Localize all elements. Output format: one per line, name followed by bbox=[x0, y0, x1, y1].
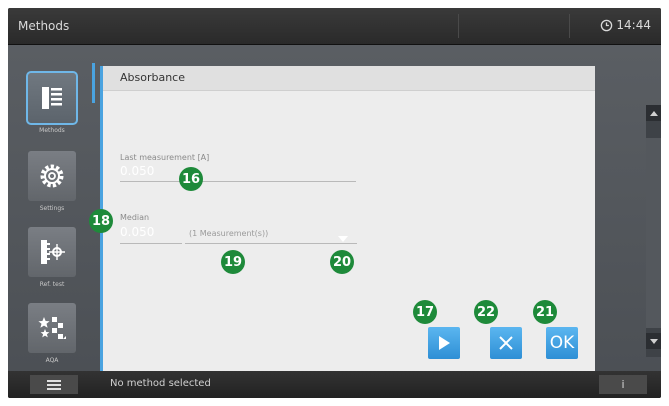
median-label: Median bbox=[120, 213, 150, 222]
header-divider bbox=[569, 14, 570, 38]
last-measurement-label: Last measurement [A] bbox=[120, 153, 210, 162]
last-measurement-value: 0.050 bbox=[120, 164, 155, 178]
info-button[interactable]: i bbox=[599, 375, 647, 394]
page-title: Methods bbox=[18, 19, 70, 33]
hamburger-icon bbox=[47, 379, 61, 390]
annotation-marker-17: 17 bbox=[413, 300, 437, 324]
sidebar-item-label: Ref. test bbox=[39, 281, 65, 288]
info-icon: i bbox=[621, 378, 625, 391]
header-divider bbox=[458, 14, 459, 38]
scrollbar-thumb[interactable] bbox=[646, 138, 661, 328]
cancel-button[interactable] bbox=[490, 327, 522, 359]
main-area: Methods Settings Ref. test AQA Absorbanc… bbox=[8, 45, 661, 371]
ruler-target-icon bbox=[41, 240, 65, 264]
scroll-up-button[interactable] bbox=[646, 105, 661, 121]
menu-button[interactable] bbox=[30, 375, 78, 394]
arrow-down-icon bbox=[650, 338, 658, 344]
sidebar-item-label: AQA bbox=[45, 357, 59, 364]
ok-button[interactable]: OK bbox=[546, 327, 578, 359]
status-text: No method selected bbox=[110, 378, 211, 389]
arrow-up-icon bbox=[650, 110, 658, 116]
active-indicator bbox=[92, 63, 95, 103]
device-screen: Methods 14:44 Methods Settings Ref. test… bbox=[8, 8, 661, 398]
annotation-marker-16: 16 bbox=[179, 167, 203, 191]
sidebar-item-reference-test[interactable] bbox=[28, 227, 76, 277]
measurement-count-text: (1 Measurement(s)) bbox=[189, 229, 269, 238]
sidebar-item-aqa[interactable] bbox=[28, 303, 76, 353]
annotation-marker-18: 18 bbox=[89, 209, 113, 233]
methods-list-icon bbox=[42, 87, 62, 109]
median-underline bbox=[120, 243, 182, 244]
chevron-down-icon[interactable] bbox=[338, 236, 348, 242]
play-icon bbox=[439, 336, 450, 350]
bottom-bar: No method selected i bbox=[8, 371, 661, 398]
measurement-count-dropdown[interactable]: (1 Measurement(s)) bbox=[185, 224, 357, 244]
clock: 14:44 bbox=[600, 18, 651, 32]
sidebar-item-methods[interactable] bbox=[26, 71, 78, 125]
scroll-down-button[interactable] bbox=[646, 333, 661, 349]
last-measurement-underline bbox=[120, 181, 356, 182]
start-measurement-button[interactable] bbox=[428, 327, 460, 359]
panel-header: Absorbance bbox=[103, 66, 595, 91]
sidebar-item-settings[interactable] bbox=[28, 151, 76, 201]
median-value: 0.050 bbox=[120, 225, 155, 239]
panel-title: Absorbance bbox=[120, 71, 186, 84]
top-bar: Methods 14:44 bbox=[8, 8, 661, 45]
annotation-marker-22: 22 bbox=[474, 300, 498, 324]
aqa-stars-icon bbox=[38, 317, 66, 339]
absorbance-panel: Absorbance Last measurement [A] 0.050 Me… bbox=[100, 66, 595, 371]
ok-button-label: OK bbox=[549, 333, 575, 353]
dropdown-underline bbox=[185, 243, 357, 244]
sidebar-item-label: Methods bbox=[39, 127, 65, 134]
annotation-marker-21: 21 bbox=[533, 300, 557, 324]
annotation-marker-19: 19 bbox=[221, 250, 245, 274]
gear-icon bbox=[40, 164, 64, 188]
close-icon bbox=[499, 336, 513, 350]
clock-time: 14:44 bbox=[616, 18, 651, 32]
clock-icon bbox=[601, 19, 613, 31]
sidebar-item-label: Settings bbox=[39, 205, 65, 212]
annotation-marker-20: 20 bbox=[330, 250, 354, 274]
